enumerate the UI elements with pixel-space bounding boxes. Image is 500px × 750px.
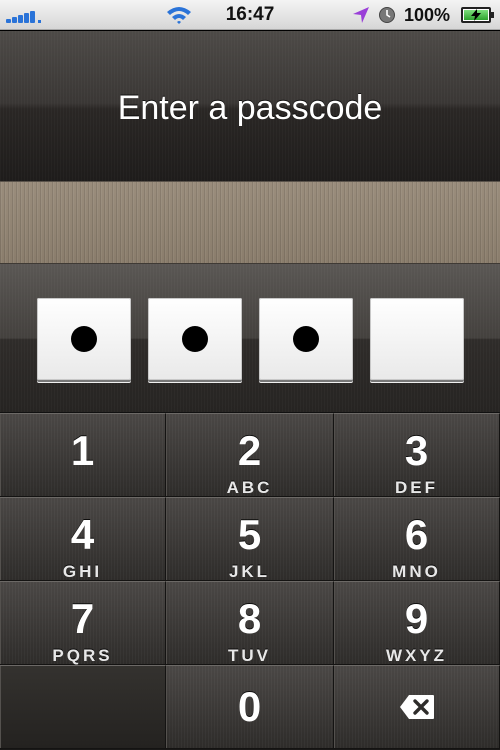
numeric-keypad: 1 2 ABC 3 DEF 4 GHI 5 JKL 6 MNO 7 PQRS 8… <box>0 412 500 750</box>
key-blank <box>0 665 166 749</box>
key-letters: DEF <box>395 478 438 497</box>
key-digit: 0 <box>237 683 262 730</box>
key-letters: JKL <box>228 562 271 581</box>
fabric-divider <box>0 181 500 264</box>
passcode-digit-box-1 <box>37 298 131 380</box>
clock-icon <box>379 7 395 23</box>
key-0[interactable]: 0 <box>166 665 334 749</box>
location-arrow-icon <box>353 7 369 23</box>
key-2[interactable]: 2 ABC <box>166 413 334 497</box>
key-letters: MNO <box>392 562 441 581</box>
key-digit: 6 <box>404 511 429 558</box>
key-3[interactable]: 3 DEF <box>334 413 500 497</box>
delete-key[interactable] <box>334 665 500 749</box>
passcode-digit-box-4 <box>370 298 464 380</box>
key-8[interactable]: 8 TUV <box>166 581 334 665</box>
key-digit: 7 <box>70 595 95 642</box>
key-letters: ABC <box>226 478 273 497</box>
key-digit: 1 <box>70 427 95 474</box>
key-letters: TUV <box>228 646 271 665</box>
passcode-dot <box>71 326 97 352</box>
page-title: Enter a passcode <box>117 89 383 127</box>
passcode-dot <box>182 326 208 352</box>
battery-charging-icon <box>461 7 494 23</box>
key-digit: 5 <box>237 511 262 558</box>
key-1[interactable]: 1 <box>0 413 166 497</box>
key-letters: PQRS <box>52 646 113 665</box>
key-4[interactable]: 4 GHI <box>0 497 166 581</box>
key-7[interactable]: 7 PQRS <box>0 581 166 665</box>
passcode-digit-box-3 <box>259 298 353 380</box>
key-9[interactable]: 9 WXYZ <box>334 581 500 665</box>
key-digit: 3 <box>404 427 429 474</box>
battery-percent: 100% <box>404 5 451 25</box>
key-6[interactable]: 6 MNO <box>334 497 500 581</box>
key-digit: 9 <box>404 595 429 642</box>
passcode-digit-box-2 <box>148 298 242 380</box>
backspace-icon <box>400 695 434 719</box>
key-letters: GHI <box>62 562 103 581</box>
passcode-field <box>0 264 500 412</box>
status-bar: 16:47 100% <box>0 0 500 30</box>
key-digit: 8 <box>237 595 262 642</box>
key-letters: WXYZ <box>385 646 448 665</box>
passcode-header: Enter a passcode <box>0 31 500 181</box>
key-digit: 4 <box>70 511 95 558</box>
key-5[interactable]: 5 JKL <box>166 497 334 581</box>
passcode-dot <box>293 326 319 352</box>
key-digit: 2 <box>237 427 262 474</box>
